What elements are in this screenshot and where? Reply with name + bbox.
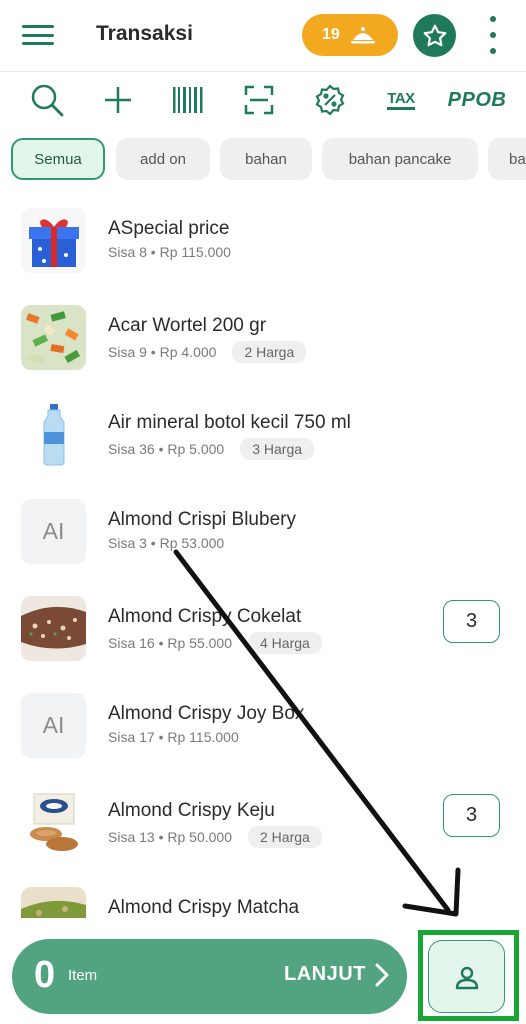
plus-icon[interactable] [98, 82, 138, 118]
list-item[interactable]: ASpecial price Sisa 8 • Rp 115.000 [0, 200, 526, 297]
category-chip-ba[interactable]: ba [488, 138, 526, 180]
order-queue-button[interactable]: 19 [302, 14, 398, 56]
scan-icon[interactable] [239, 82, 279, 118]
list-item[interactable]: Almond Crispy Cokelat Sisa 16 • Rp 55.00… [0, 588, 526, 685]
product-image [21, 790, 86, 855]
search-icon[interactable] [27, 82, 67, 118]
user-icon [455, 966, 478, 989]
product-price: Rp 4.000 [159, 344, 217, 360]
product-stock: Sisa 3 [108, 535, 147, 551]
discount-icon[interactable] [310, 82, 350, 118]
price-variant-badge: 4 Harga [248, 632, 322, 654]
category-chip-add-on[interactable]: add on [116, 138, 210, 180]
product-stock: Sisa 17 [108, 729, 155, 745]
product-price: Rp 53.000 [159, 535, 225, 551]
cart-item-label: Item [68, 967, 98, 984]
list-item[interactable]: AI Almond Crispy Joy Box Sisa 17 • Rp 11… [0, 685, 526, 782]
cart-item-count: 0 [34, 954, 56, 996]
product-name: Almond Crispi Blubery [108, 509, 296, 530]
product-name: Air mineral botol kecil 750 ml [108, 412, 351, 433]
product-name: ASpecial price [108, 218, 230, 239]
product-meta: Sisa 3 • Rp 53.000 [108, 535, 225, 551]
product-initials: AI [21, 693, 86, 758]
category-chip-bahan[interactable]: bahan [220, 138, 312, 180]
product-meta: Sisa 17 • Rp 115.000 [108, 729, 239, 745]
barcode-icon[interactable] [168, 82, 208, 118]
checkout-bar[interactable]: 0 Item LANJUT [12, 939, 407, 1014]
product-meta: Sisa 16 • Rp 55.000 4 Harga [108, 632, 322, 654]
ppob-label: PPOB [447, 88, 507, 111]
chevron-right-icon [375, 963, 389, 987]
star-icon [423, 24, 446, 46]
product-image [21, 887, 86, 918]
quantity-badge[interactable]: 3 [443, 794, 500, 837]
tax-icon[interactable]: TAX [381, 82, 421, 118]
list-item[interactable]: Almond Crispy Matcha [0, 879, 526, 918]
customer-button[interactable] [428, 940, 505, 1013]
price-variant-badge: 2 Harga [248, 826, 322, 848]
product-stock: Sisa 16 [108, 635, 155, 651]
list-item[interactable]: Air mineral botol kecil 750 ml Sisa 36 •… [0, 394, 526, 491]
ppob-icon[interactable]: PPOB [446, 82, 508, 118]
price-variant-badge: 2 Harga [232, 341, 307, 363]
product-price: Rp 115.000 [159, 244, 231, 260]
product-price: Rp 5.000 [167, 441, 225, 457]
product-stock: Sisa 9 [108, 344, 147, 360]
product-name: Almond Crispy Matcha [108, 897, 300, 918]
category-chip-bahan-pancake[interactable]: bahan pancake [322, 138, 478, 180]
list-item[interactable]: AI Almond Crispi Blubery Sisa 3 • Rp 53.… [0, 491, 526, 588]
product-name: Almond Crispy Cokelat [108, 606, 302, 627]
next-button-label[interactable]: LANJUT [284, 963, 366, 986]
toolbar: TAX PPOB [0, 74, 526, 124]
product-price: Rp 115.000 [167, 729, 239, 745]
product-name: Almond Crispy Joy Box [108, 703, 305, 724]
product-stock: Sisa 13 [108, 829, 155, 845]
product-list: ASpecial price Sisa 8 • Rp 115.000 Acar … [0, 200, 526, 918]
product-initials: AI [21, 499, 86, 564]
category-chip-semua[interactable]: Semua [11, 138, 105, 180]
product-image [21, 305, 86, 370]
product-meta: Sisa 36 • Rp 5.000 3 Harga [108, 438, 315, 460]
list-item[interactable]: Acar Wortel 200 gr Sisa 9 • Rp 4.000 2 H… [0, 297, 526, 394]
product-image [21, 208, 86, 273]
favorite-button[interactable] [413, 14, 456, 57]
product-meta: Sisa 8 • Rp 115.000 [108, 244, 231, 260]
more-options-icon[interactable] [486, 16, 500, 54]
category-filter: Semua add on bahan bahan pancake ba [0, 136, 526, 182]
serving-dish-icon [350, 27, 375, 44]
order-count: 19 [322, 26, 340, 43]
quantity-badge[interactable]: 3 [443, 600, 500, 643]
product-stock: Sisa 36 [108, 441, 155, 457]
product-name: Almond Crispy Keju [108, 800, 275, 821]
product-stock: Sisa 8 [108, 244, 147, 260]
hamburger-menu-icon[interactable] [22, 22, 54, 48]
product-meta: Sisa 9 • Rp 4.000 2 Harga [108, 341, 307, 363]
tax-label: TAX [387, 90, 415, 110]
product-image [21, 402, 86, 467]
product-price: Rp 55.000 [167, 635, 232, 651]
product-image [21, 596, 86, 661]
app-header: Transaksi 19 [0, 0, 526, 72]
price-variant-badge: 3 Harga [240, 438, 315, 460]
product-price: Rp 50.000 [167, 829, 232, 845]
page-title: Transaksi [96, 22, 193, 45]
product-name: Acar Wortel 200 gr [108, 315, 267, 336]
list-item[interactable]: Almond Crispy Keju Sisa 13 • Rp 50.000 2… [0, 782, 526, 879]
product-meta: Sisa 13 • Rp 50.000 2 Harga [108, 826, 322, 848]
